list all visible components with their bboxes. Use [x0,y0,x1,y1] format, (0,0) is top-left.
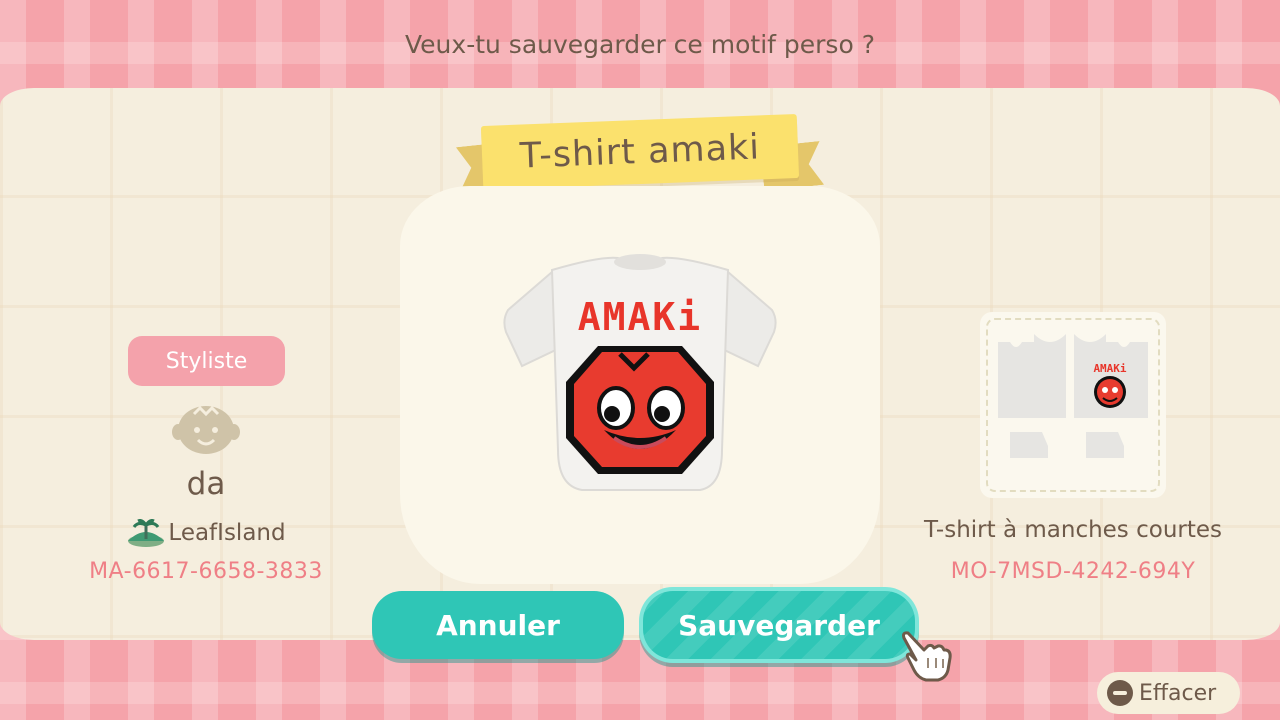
designer-badge-label: Styliste [165,348,248,374]
pattern-shirt-text: AMAKi [1093,362,1126,375]
design-title: T-shirt amaki [519,127,761,177]
minus-button-icon [1107,680,1133,706]
tshirt-preview: AMAKi [503,254,777,491]
save-button-label: Sauvegarder [678,608,880,642]
island-info: LeafIsland [66,517,346,549]
cancel-button[interactable]: Annuler [372,591,624,659]
save-prompt: Veux-tu sauvegarder ce motif perso ? [405,30,875,59]
designer-badge: Styliste [128,336,285,386]
shirt-text: AMAKi [578,295,702,339]
player-name: da [186,466,226,502]
island-name: LeafIsland [168,520,286,546]
pattern-layout-preview: AMAKi [998,334,1148,458]
design-code: MO-7MSD-4242-694Y [950,559,1196,584]
villager-face-icon [172,405,240,454]
pointing-hand-cursor-icon [902,631,952,682]
amaki-face [566,346,714,474]
pattern-layout-card: AMAKi [980,312,1166,498]
cancel-button-label: Annuler [436,608,560,642]
save-design-screen: Veux-tu sauvegarder ce motif perso ? T-s… [0,0,1280,720]
save-button[interactable]: Sauvegarder [643,591,915,659]
island-icon [128,519,165,547]
creator-code: MA-6617-6658-3833 [89,559,323,584]
banner-ribbon: T-shirt amaki [480,113,800,191]
garment-type: T-shirt à manches courtes [923,517,1223,543]
clear-label: Effacer [1139,680,1217,706]
clear-hint[interactable]: Effacer [1097,672,1240,714]
